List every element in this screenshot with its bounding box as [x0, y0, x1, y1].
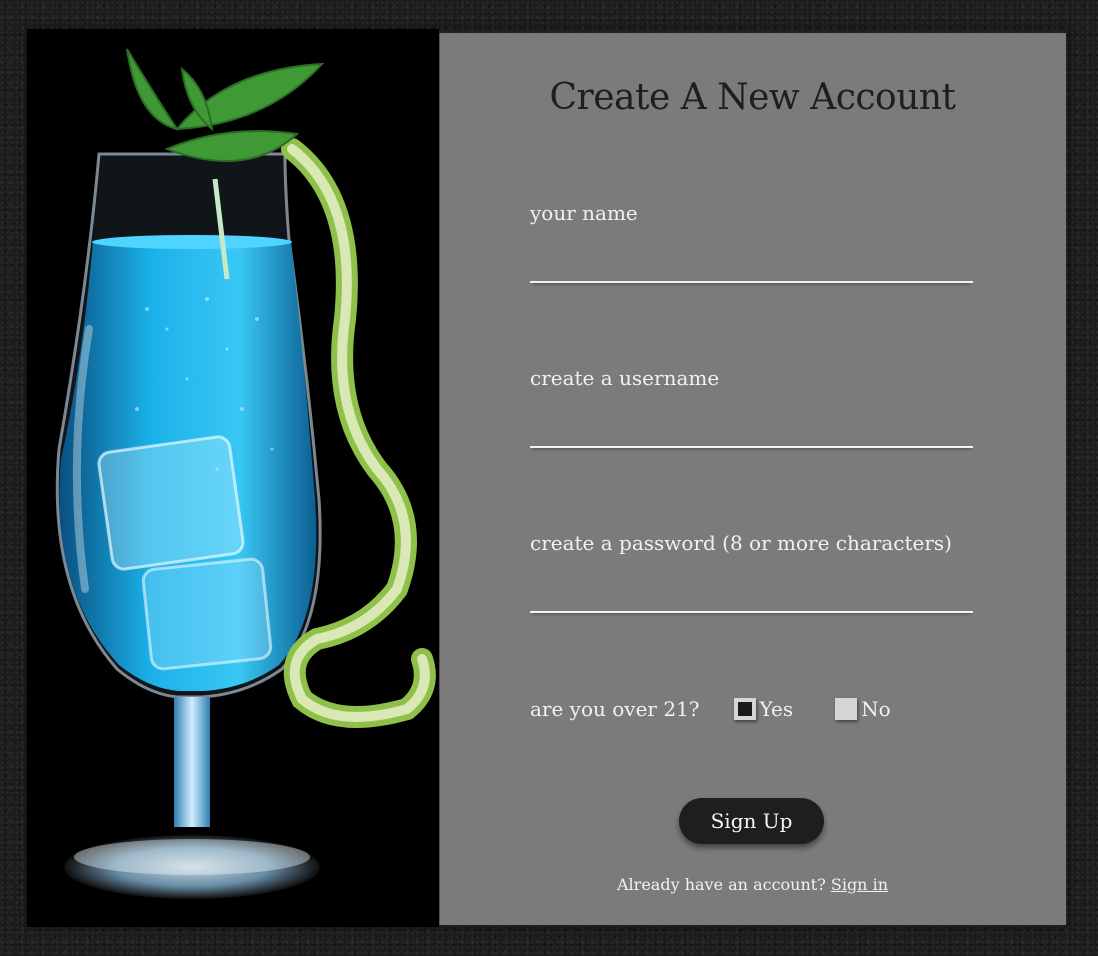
username-label: create a username: [530, 366, 720, 390]
age-no-option[interactable]: No: [835, 697, 891, 721]
username-input[interactable]: [530, 414, 973, 448]
sign-in-link[interactable]: Sign in: [831, 875, 888, 894]
sign-up-button[interactable]: Sign Up: [679, 798, 824, 844]
name-input[interactable]: [530, 249, 973, 283]
yes-checkbox[interactable]: [733, 698, 756, 720]
name-label: your name: [530, 201, 638, 225]
password-input[interactable]: [530, 579, 973, 613]
signin-prompt: Already have an account?: [617, 875, 831, 894]
signin-prompt-row: Already have an account? Sign in: [439, 875, 1066, 894]
no-checkbox[interactable]: [835, 698, 858, 720]
yes-label: Yes: [759, 697, 794, 721]
password-label: create a password (8 or more characters): [530, 531, 952, 555]
username-field: create a username: [530, 366, 973, 448]
no-label: No: [861, 697, 891, 721]
signup-card: Create A New Account your name create a …: [27, 29, 1067, 927]
age-question-row: are you over 21? Yes No: [530, 697, 933, 721]
age-yes-option[interactable]: Yes: [733, 697, 794, 721]
name-field: your name: [530, 201, 973, 283]
signup-form: Create A New Account your name create a …: [439, 33, 1066, 925]
password-field: create a password (8 or more characters): [530, 531, 973, 613]
cocktail-image: [27, 29, 439, 927]
age-question: are you over 21?: [530, 697, 700, 721]
form-title: Create A New Account: [549, 77, 956, 118]
